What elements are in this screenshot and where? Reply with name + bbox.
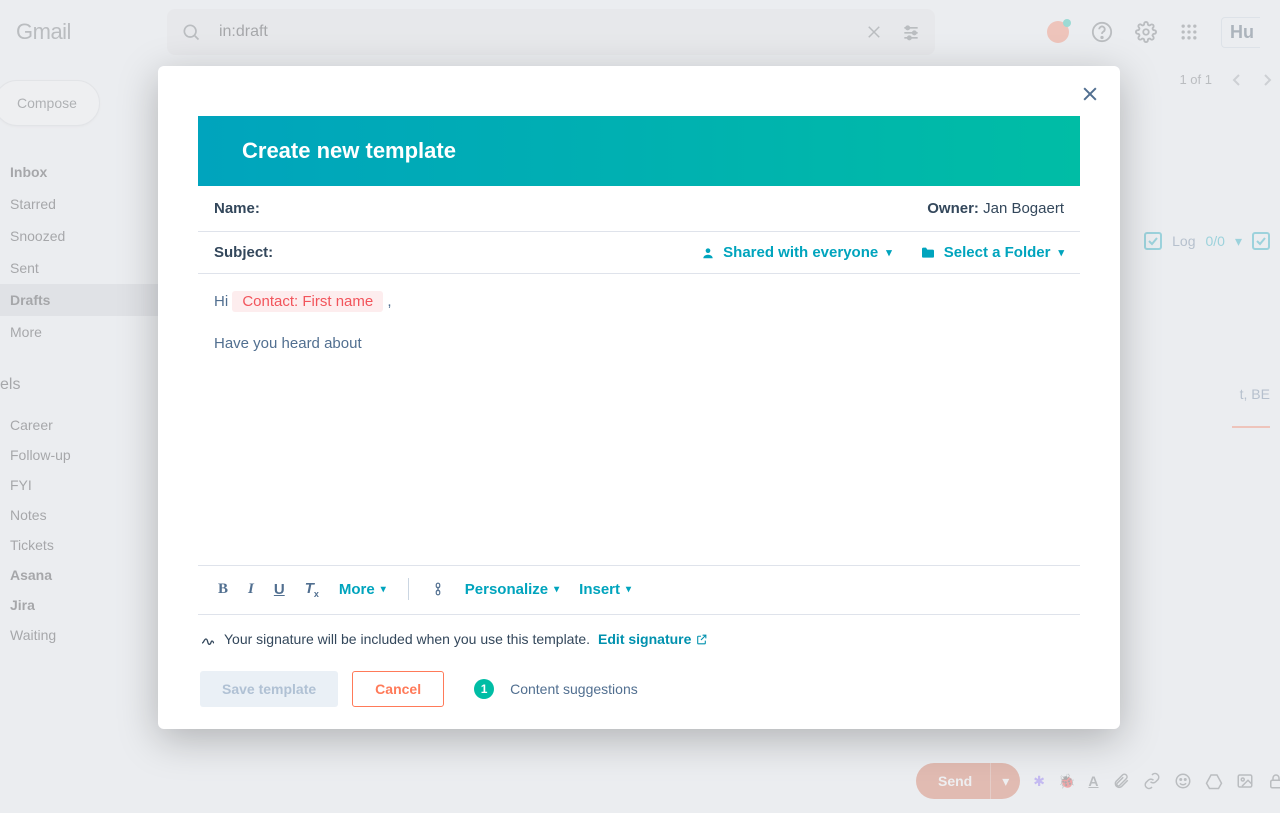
- content-suggestions-link[interactable]: Content suggestions: [510, 681, 638, 697]
- owner-value: Jan Bogaert: [983, 200, 1064, 217]
- insert-dropdown[interactable]: Insert ▾: [579, 581, 631, 598]
- folder-icon: [920, 245, 936, 261]
- user-icon: [701, 246, 715, 260]
- more-dropdown[interactable]: More ▾: [339, 581, 386, 598]
- owner-label: Owner:: [927, 200, 979, 217]
- signature-note: Your signature will be included when you…: [198, 615, 1080, 647]
- personalization-token[interactable]: Contact: First name: [232, 291, 383, 312]
- editor-toolbar: B I U Tx More ▾ Personalize ▾ Insert ▾: [198, 566, 1080, 615]
- clear-format-button[interactable]: Tx: [305, 580, 319, 599]
- toolbar-separator: [408, 578, 409, 600]
- share-dropdown[interactable]: Shared with everyone ▾: [701, 244, 892, 261]
- chain-link-icon[interactable]: [431, 581, 445, 597]
- row-name: Name: Owner: Jan Bogaert: [198, 186, 1080, 232]
- bold-button[interactable]: B: [218, 581, 228, 598]
- external-link-icon: [695, 633, 708, 646]
- create-template-modal: Create new template Name: Owner: Jan Bog…: [158, 66, 1120, 729]
- caret-down-icon: ▾: [1058, 246, 1064, 259]
- italic-button[interactable]: I: [248, 581, 254, 598]
- personalize-dropdown[interactable]: Personalize ▾: [465, 581, 559, 598]
- modal-title: Create new template: [198, 116, 1080, 186]
- signature-icon: [200, 631, 216, 647]
- close-icon[interactable]: [1080, 84, 1100, 104]
- underline-button[interactable]: U: [274, 581, 285, 598]
- save-template-button[interactable]: Save template: [200, 671, 338, 707]
- caret-down-icon: ▾: [886, 246, 892, 259]
- name-label: Name:: [214, 200, 260, 217]
- suggestion-count-badge[interactable]: 1: [474, 679, 494, 699]
- subject-label: Subject:: [214, 244, 273, 261]
- row-subject: Subject: Shared with everyone ▾ Select a…: [198, 232, 1080, 274]
- folder-dropdown[interactable]: Select a Folder ▾: [920, 244, 1064, 261]
- cancel-button[interactable]: Cancel: [352, 671, 444, 707]
- modal-footer: Save template Cancel 1 Content suggestio…: [198, 647, 1080, 707]
- owner-field: Owner: Jan Bogaert: [927, 200, 1064, 217]
- edit-signature-link[interactable]: Edit signature: [598, 631, 708, 647]
- template-editor[interactable]: Hi Contact: First name , Have you heard …: [198, 274, 1080, 566]
